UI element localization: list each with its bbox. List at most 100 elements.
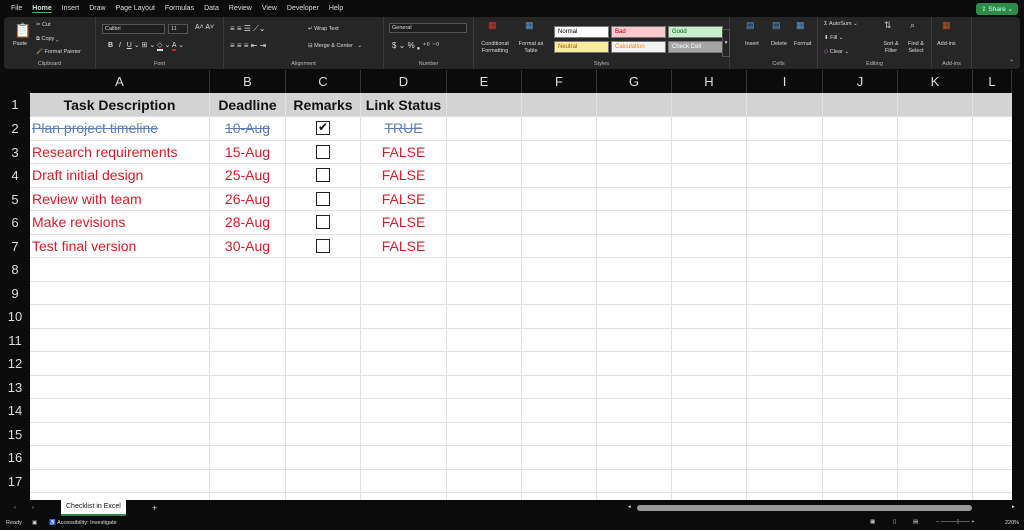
cell-J1[interactable] [823,93,898,116]
menu-file[interactable]: File [11,5,22,12]
prev-sheet-button[interactable]: ‹ [14,505,16,511]
cell-K6[interactable] [898,211,973,234]
column-header-J[interactable]: J [823,70,898,93]
row-header-17[interactable]: 17 [0,469,30,493]
cell-B7[interactable]: 30-Aug [210,234,286,257]
cell-J8[interactable] [823,258,898,281]
cell-A14[interactable] [30,399,210,422]
cell-G9[interactable] [597,281,672,304]
cell-G15[interactable] [597,422,672,445]
vertical-scrollbar[interactable] [1012,70,1024,500]
cell-I2[interactable] [747,117,823,140]
column-header-C[interactable]: C [286,70,361,93]
cell-H13[interactable] [672,375,747,398]
cell-C4[interactable] [286,164,361,187]
sort-filter-button[interactable]: Sort & Filter [880,41,902,55]
cell-E2[interactable] [447,117,522,140]
column-header-A[interactable]: A [30,70,210,93]
cell-A7[interactable]: Test final version [30,234,210,257]
cell-H18[interactable] [672,493,747,500]
number-format-select[interactable]: General [389,23,467,33]
cell-C8[interactable] [286,258,361,281]
cell-C13[interactable] [286,375,361,398]
cell-K11[interactable] [898,328,973,351]
cell-A13[interactable] [30,375,210,398]
cell-A9[interactable] [30,281,210,304]
cell-G2[interactable] [597,117,672,140]
cell-H11[interactable] [672,328,747,351]
cell-J11[interactable] [823,328,898,351]
cell-B9[interactable] [210,281,286,304]
cell-style-neutral[interactable]: Neutral [554,41,609,53]
cell-C9[interactable] [286,281,361,304]
cell-D11[interactable] [361,328,447,351]
cell-A18[interactable] [30,493,210,500]
cell-E16[interactable] [447,446,522,469]
cell-E1[interactable] [447,93,522,116]
cell-D16[interactable] [361,446,447,469]
cell-I9[interactable] [747,281,823,304]
row-header-14[interactable]: 14 [0,399,30,423]
cell-K13[interactable] [898,375,973,398]
page-layout-view-icon[interactable]: ▯ [893,519,896,525]
cell-F5[interactable] [522,187,597,210]
cell-E11[interactable] [447,328,522,351]
cell-F16[interactable] [522,446,597,469]
scroll-right-button[interactable]: ▸ [1012,504,1015,510]
row-header-9[interactable]: 9 [0,281,30,305]
cell-H9[interactable] [672,281,747,304]
column-header-H[interactable]: H [672,70,747,93]
column-header-K[interactable]: K [898,70,973,93]
number-format-buttons[interactable]: $ ⌄ % ❟ ⁺⁰ ⁻⁰ [392,41,439,51]
cell-H14[interactable] [672,399,747,422]
find-select-button[interactable]: Find & Select [904,41,928,55]
cell-J18[interactable] [823,493,898,500]
cell-H1[interactable] [672,93,747,116]
cell-G1[interactable] [597,93,672,116]
font-name-select[interactable]: Calibri [102,24,165,34]
cell-C17[interactable] [286,469,361,492]
cell-H3[interactable] [672,140,747,163]
cell-C12[interactable] [286,352,361,375]
cell-H8[interactable] [672,258,747,281]
cell-E15[interactable] [447,422,522,445]
row-header-8[interactable]: 8 [0,258,30,282]
cell-E4[interactable] [447,164,522,187]
cell-D18[interactable] [361,493,447,500]
cell-C3[interactable] [286,140,361,163]
cell-K3[interactable] [898,140,973,163]
row-header-11[interactable]: 11 [0,328,30,352]
cell-J15[interactable] [823,422,898,445]
menu-view[interactable]: View [262,5,277,12]
cell-C18[interactable] [286,493,361,500]
format-button[interactable]: Format [794,41,811,47]
cell-J12[interactable] [823,352,898,375]
menu-page-layout[interactable]: Page Layout [116,5,155,12]
delete-button[interactable]: Delete [771,41,787,47]
cell-K10[interactable] [898,305,973,328]
cell-K5[interactable] [898,187,973,210]
cell-D17[interactable] [361,469,447,492]
page-break-view-icon[interactable]: ▤ [913,519,918,525]
cell-D6[interactable]: FALSE [361,211,447,234]
cell-F6[interactable] [522,211,597,234]
cell-G16[interactable] [597,446,672,469]
cell-A12[interactable] [30,352,210,375]
cell-E12[interactable] [447,352,522,375]
cell-style-good[interactable]: Good [668,26,723,38]
addins-button[interactable]: Add-ins [937,41,956,47]
cell-F4[interactable] [522,164,597,187]
format-painter-button[interactable]: 🖌 Format Painter [36,49,81,55]
cell-B13[interactable] [210,375,286,398]
cell-I16[interactable] [747,446,823,469]
task-checkbox[interactable] [316,215,330,230]
cell-A2[interactable]: Plan project timeline [30,117,210,140]
cell-F9[interactable] [522,281,597,304]
cell-A6[interactable]: Make revisions [30,211,210,234]
cell-B2[interactable]: 10-Aug [210,117,286,140]
cell-E3[interactable] [447,140,522,163]
cell-J6[interactable] [823,211,898,234]
column-header-D[interactable]: D [361,70,447,93]
cell-K16[interactable] [898,446,973,469]
row-header-13[interactable]: 13 [0,375,30,399]
